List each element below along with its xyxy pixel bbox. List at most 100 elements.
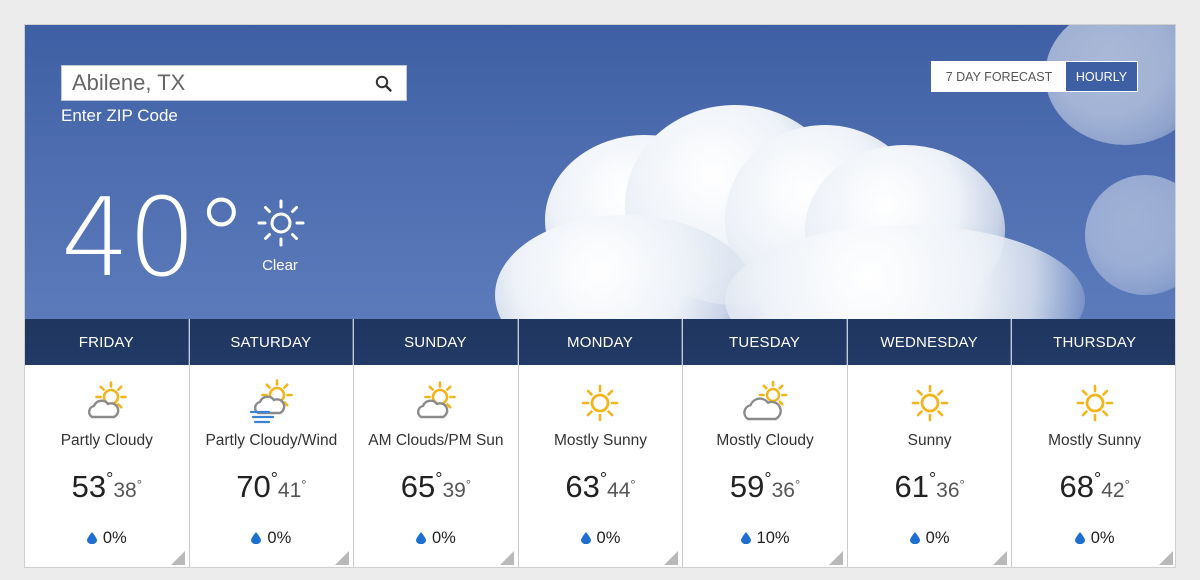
day-temperatures: 70°41° <box>190 469 354 505</box>
zip-code-label: Enter ZIP Code <box>61 106 178 125</box>
low-temperature: 38 <box>113 479 137 502</box>
degree-symbol: ° <box>630 477 636 492</box>
day-condition: Partly Cloudy <box>60 432 153 449</box>
low-temperature: 39 <box>442 479 466 502</box>
expand-corner-icon[interactable] <box>170 551 185 565</box>
low-temperature: 41 <box>277 479 302 502</box>
day-name: SUNDAY <box>354 319 518 365</box>
day-forecast-card[interactable]: FRIDAY Partly Cloudy 53°38° 0% <box>25 319 190 567</box>
raindrop-icon <box>415 532 426 544</box>
day-forecast-card[interactable]: SATURDAY Partly Cloudy/Wind 70°41° 0% <box>189 319 355 567</box>
forecast-toggle: 7 DAY FORECAST HOURLY <box>931 61 1138 92</box>
precipitation: 10% <box>683 529 847 548</box>
sun-icon <box>257 199 305 247</box>
day-condition: AM Clouds/PM Sun <box>368 432 504 449</box>
precipitation-chance: 0% <box>1090 529 1115 547</box>
mostly-cloudy-icon <box>743 380 788 421</box>
location-search-input[interactable] <box>62 66 362 100</box>
precipitation-chance: 10% <box>756 529 790 547</box>
day-name: FRIDAY <box>25 319 189 365</box>
high-temperature: 63 <box>565 469 600 504</box>
precipitation: 0% <box>519 529 683 548</box>
day-condition: Sunny <box>907 432 952 449</box>
expand-corner-icon[interactable] <box>993 551 1008 565</box>
expand-corner-icon[interactable] <box>499 551 514 565</box>
sun-icon <box>911 384 948 422</box>
degree-symbol: ° <box>301 477 307 492</box>
precipitation-chance: 0% <box>925 529 950 547</box>
expand-corner-icon[interactable] <box>828 551 843 565</box>
day-condition: Mostly Cloudy <box>716 432 814 449</box>
day-condition: Partly Cloudy/Wind <box>205 432 338 449</box>
day-forecast-card[interactable]: WEDNESDAY Sunny 61°36° 0% <box>847 319 1013 567</box>
high-temperature: 61 <box>894 469 929 504</box>
precipitation-chance: 0% <box>431 529 456 547</box>
day-forecast-card[interactable]: TUESDAY Mostly Cloudy 59°36° 10% <box>683 319 848 567</box>
precipitation: 0% <box>1012 529 1175 548</box>
precipitation: 0% <box>190 529 354 548</box>
location-search <box>61 65 407 101</box>
expand-corner-icon[interactable] <box>335 551 350 565</box>
day-name: WEDNESDAY <box>847 319 1012 365</box>
precipitation: 0% <box>25 529 189 548</box>
raindrop-icon <box>251 532 262 544</box>
raindrop-icon <box>1074 532 1085 544</box>
current-condition: Clear <box>262 257 298 274</box>
partly-cloudy-icon <box>87 381 127 419</box>
expand-corner-icon[interactable] <box>664 551 679 565</box>
high-temperature: 70 <box>236 469 271 504</box>
sun-icon <box>1076 384 1113 422</box>
raindrop-icon <box>86 532 97 544</box>
low-temperature: 36 <box>936 479 960 502</box>
high-temperature: 53 <box>71 469 107 504</box>
background-cloud <box>1085 175 1175 295</box>
degree-symbol: ° <box>764 469 772 489</box>
day-name: TUESDAY <box>683 319 847 365</box>
degree-symbol: ° <box>270 469 278 489</box>
day-name: MONDAY <box>518 319 683 365</box>
low-temperature: 36 <box>771 479 795 502</box>
day-name: SATURDAY <box>189 319 354 365</box>
search-icon[interactable] <box>374 74 394 94</box>
precipitation: 0% <box>848 529 1012 548</box>
current-temperature: 40° <box>61 176 248 301</box>
expand-corner-icon[interactable] <box>1158 551 1173 565</box>
day-temperatures: 65°39° <box>354 469 518 505</box>
high-temperature: 65 <box>400 469 436 504</box>
precipitation-chance: 0% <box>596 529 621 547</box>
high-temperature: 68 <box>1059 469 1095 504</box>
degree-symbol: ° <box>1124 477 1130 492</box>
day-temperatures: 53°38° <box>25 469 189 505</box>
weather-widget: Enter ZIP Code 7 DAY FORECAST HOURLY 40°… <box>24 24 1176 568</box>
degree-symbol: ° <box>794 477 801 492</box>
day-temperatures: 61°36° <box>848 469 1012 505</box>
day-forecast-card[interactable]: THURSDAY Mostly Sunny 68°42° 0% <box>1012 319 1175 567</box>
day-temperatures: 68°42° <box>1012 469 1175 505</box>
hourly-button[interactable]: HOURLY <box>1066 62 1137 91</box>
precipitation: 0% <box>354 529 518 548</box>
day-forecast-card[interactable]: MONDAY Mostly Sunny 63°44° 0% <box>518 319 684 567</box>
seven-day-forecast-button[interactable]: 7 DAY FORECAST <box>932 62 1066 91</box>
degree-symbol: ° <box>599 469 608 489</box>
low-temperature: 44 <box>607 479 631 502</box>
low-temperature: 42 <box>1101 479 1125 502</box>
sun-icon <box>582 384 619 422</box>
hero-banner: Enter ZIP Code 7 DAY FORECAST HOURLY 40°… <box>25 25 1175 321</box>
raindrop-icon <box>580 532 591 544</box>
degree-symbol: ° <box>465 477 472 492</box>
degree-symbol: ° <box>136 477 142 492</box>
precipitation-chance: 0% <box>267 529 292 547</box>
raindrop-icon <box>740 532 751 544</box>
raindrop-icon <box>909 532 920 544</box>
degree-symbol: ° <box>959 477 965 492</box>
day-condition: Mostly Sunny <box>553 432 647 449</box>
high-temperature: 59 <box>729 469 765 504</box>
day-temperatures: 59°36° <box>683 469 847 505</box>
day-condition: Mostly Sunny <box>1048 432 1142 449</box>
day-temperatures: 63°44° <box>519 469 683 505</box>
partly-cloudy-wind-icon <box>250 379 294 424</box>
partly-cloudy-icon <box>416 381 456 419</box>
seven-day-forecast: FRIDAY Partly Cloudy 53°38° 0% SATURDAY … <box>25 319 1175 567</box>
day-forecast-card[interactable]: SUNDAY AM Clouds/PM Sun 65°39° 0% <box>354 319 519 567</box>
day-name: THURSDAY <box>1012 319 1175 365</box>
